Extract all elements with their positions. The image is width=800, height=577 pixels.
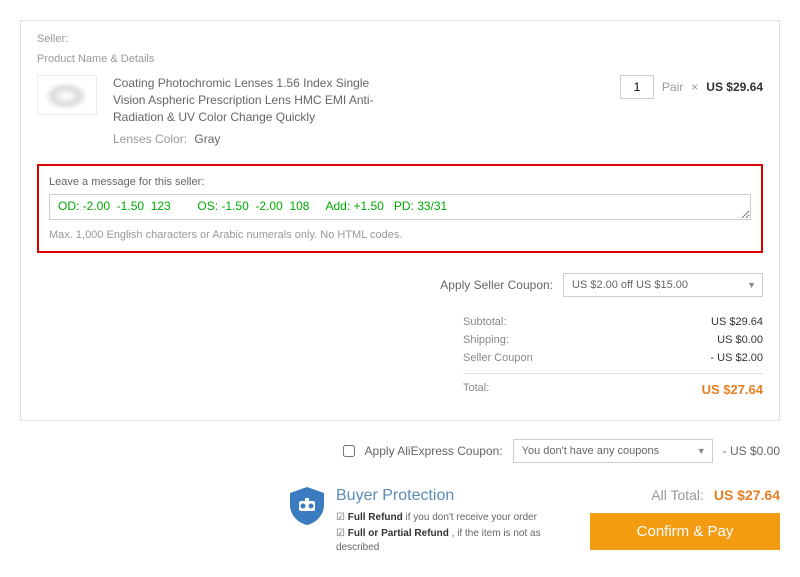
aliexpress-coupon-select[interactable]: You don't have any coupons [513,439,713,463]
seller-coupon-total-value: - US $2.00 [710,352,763,364]
order-totals: Subtotal: US $29.64 Shipping: US $0.00 Sel… [463,313,763,400]
aliexpress-coupon-value: - US $0.00 [723,444,780,458]
message-title: Leave a message for this seller: [49,176,751,188]
variant-value: Gray [194,132,220,146]
bp-line2-bold: Full or Partial Refund [348,528,449,539]
bp-line1-text: if you don't receive your order [403,512,537,523]
product-title: Coating Photochromic Lenses 1.56 Index S… [113,75,393,125]
seller-coupon-value: US $2.00 off US $15.00 [572,279,688,291]
seller-label: Seller: [37,33,68,45]
aliexpress-coupon-checkbox[interactable] [343,445,355,457]
shipping-value: US $0.00 [717,334,763,346]
order-panel: Seller: Product Name & Details Coating P… [20,20,780,421]
details-label: Product Name & Details [37,53,154,65]
confirm-pay-button[interactable]: Confirm & Pay [590,513,780,550]
seller-coupon-select[interactable]: US $2.00 off US $15.00 [563,273,763,297]
seller-coupon-label: Apply Seller Coupon: [440,278,553,292]
shipping-label: Shipping: [463,334,509,346]
variant-label: Lenses Color: [113,132,187,146]
total-label: Total: [463,382,489,397]
bp-line1-bold: Full Refund [348,512,403,523]
all-total-label: All Total: [651,487,704,503]
subtotal-value: US $29.64 [711,316,763,328]
message-input[interactable]: OD: -2.00 -1.50 123 OS: -1.50 -2.00 108 … [49,194,751,220]
product-row: Coating Photochromic Lenses 1.56 Index S… [37,75,763,148]
buyer-protection-title: Buyer Protection [336,487,550,505]
product-thumbnail [37,75,97,115]
quantity-unit: Pair [662,75,683,99]
all-total-value: US $27.64 [714,487,780,503]
shield-icon [290,487,324,525]
quantity-input[interactable] [620,75,654,99]
seller-coupon-total-label: Seller Coupon [463,352,533,364]
aliexpress-coupon-selected: You don't have any coupons [522,445,659,457]
times-symbol: × [691,75,698,99]
message-hint: Max. 1,000 English characters or Arabic … [49,229,751,241]
aliexpress-coupon-label: Apply AliExpress Coupon: [365,444,503,458]
total-value: US $27.64 [702,382,763,397]
seller-message-box: Leave a message for this seller: OD: -2.… [37,164,763,253]
subtotal-label: Subtotal: [463,316,506,328]
unit-price: US $29.64 [706,75,763,99]
buyer-protection: Buyer Protection ☑ Full Refund if you do… [290,487,550,557]
